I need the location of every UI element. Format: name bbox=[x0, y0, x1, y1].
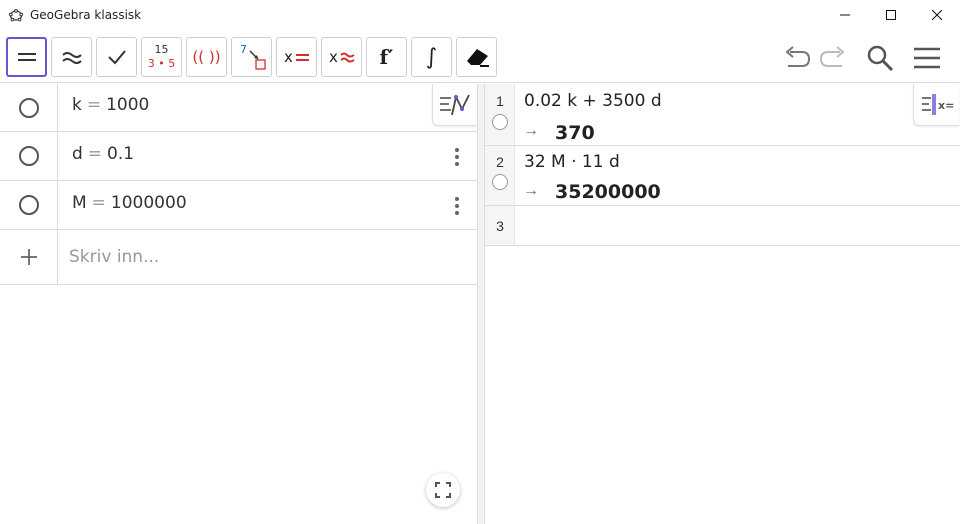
maximize-icon bbox=[886, 10, 896, 20]
visibility-toggle[interactable] bbox=[0, 181, 58, 229]
search-icon bbox=[867, 45, 894, 72]
eraser-icon bbox=[466, 49, 489, 67]
cas-row[interactable]: 1 0.02 k + 3500 d → 370 x= bbox=[485, 84, 960, 146]
window-title: GeoGebra klassisk bbox=[30, 8, 142, 22]
cas-toolbar: 15 3 • 5 (( )) 7 x x f′ ∫ bbox=[0, 31, 960, 83]
solve-numerically-tool-button[interactable]: x bbox=[321, 37, 362, 77]
more-options-icon[interactable] bbox=[454, 197, 460, 215]
factor-bottom-text: 3 • 5 bbox=[147, 57, 176, 70]
menu-icon bbox=[914, 47, 940, 69]
cas-output: 370 bbox=[555, 122, 595, 144]
check-icon bbox=[107, 50, 126, 65]
delete-tool-button[interactable] bbox=[456, 37, 497, 77]
search-button[interactable] bbox=[863, 41, 897, 75]
solve-icon: x bbox=[284, 49, 309, 65]
expand-icon: (( )) bbox=[192, 48, 221, 66]
derivative-tool-button[interactable]: f′ bbox=[366, 37, 407, 77]
row-number: 2 bbox=[496, 154, 504, 170]
algebra-row[interactable]: d = 0.1 bbox=[0, 132, 478, 181]
marble-icon bbox=[18, 195, 39, 215]
close-button[interactable] bbox=[914, 0, 960, 30]
substitute-seven-text: 7 bbox=[240, 43, 247, 56]
substitute-tool-button[interactable]: 7 bbox=[231, 37, 272, 77]
svg-text:x: x bbox=[284, 49, 293, 65]
variable-name: M bbox=[72, 193, 87, 213]
cas-row-header[interactable]: 3 bbox=[485, 206, 515, 245]
factor-tool-button[interactable]: 15 3 • 5 bbox=[141, 37, 182, 77]
svg-text:x: x bbox=[329, 49, 338, 65]
derivative-icon: f′ bbox=[379, 45, 394, 69]
output-arrow-icon: → bbox=[523, 182, 539, 199]
fullscreen-button[interactable] bbox=[426, 473, 460, 507]
cas-output: 35200000 bbox=[555, 181, 661, 203]
visibility-toggle[interactable] bbox=[0, 84, 58, 131]
algebra-expression[interactable]: d = 0.1 bbox=[72, 144, 134, 164]
equals-sign: = bbox=[86, 95, 102, 115]
row-number: 1 bbox=[496, 93, 504, 109]
cas-style-button[interactable]: x= bbox=[913, 84, 959, 126]
variable-name: d bbox=[72, 144, 83, 164]
more-options-icon[interactable] bbox=[454, 148, 460, 166]
geogebra-logo-icon bbox=[9, 9, 23, 22]
visibility-toggle[interactable] bbox=[0, 132, 58, 180]
minimize-button[interactable] bbox=[822, 0, 868, 30]
numeric-tool-button[interactable] bbox=[51, 37, 92, 77]
integral-icon: ∫ bbox=[425, 44, 438, 70]
marble-icon[interactable] bbox=[492, 114, 508, 130]
algebra-input-row[interactable]: Skriv inn... bbox=[0, 230, 478, 285]
close-icon bbox=[932, 10, 942, 20]
algebra-graphics-toggle-icon bbox=[439, 93, 470, 115]
row-number: 3 bbox=[496, 218, 504, 234]
cas-input[interactable]: 0.02 k + 3500 d bbox=[524, 91, 662, 111]
marble-icon[interactable] bbox=[492, 174, 508, 190]
undo-button[interactable] bbox=[780, 41, 814, 75]
main-menu-button[interactable] bbox=[910, 41, 944, 75]
cas-view: 1 0.02 k + 3500 d → 370 x= 2 32 M · 11 d… bbox=[485, 84, 960, 524]
factor-icon: 15 3 • 5 bbox=[148, 43, 175, 71]
evaluate-tool-button[interactable] bbox=[6, 37, 47, 77]
marble-icon bbox=[18, 146, 39, 166]
equals-icon bbox=[17, 53, 36, 61]
minimize-icon bbox=[840, 14, 850, 16]
algebra-expression[interactable]: M = 1000000 bbox=[72, 193, 187, 213]
undo-icon bbox=[785, 46, 811, 67]
fullscreen-icon bbox=[435, 482, 451, 498]
keep-input-tool-button[interactable] bbox=[96, 37, 137, 77]
maximize-button[interactable] bbox=[868, 0, 914, 30]
variable-value: 1000000 bbox=[110, 193, 187, 213]
approx-icon bbox=[61, 52, 82, 64]
integral-tool-button[interactable]: ∫ bbox=[411, 37, 452, 77]
equals-sign: = bbox=[87, 144, 103, 164]
variable-name: k bbox=[72, 95, 82, 115]
algebra-input[interactable]: Skriv inn... bbox=[69, 247, 159, 267]
cas-input[interactable]: 32 M · 11 d bbox=[524, 152, 620, 172]
cas-row-header[interactable]: 2 bbox=[485, 146, 515, 205]
redo-button[interactable] bbox=[816, 41, 850, 75]
factor-top-text: 15 bbox=[154, 43, 169, 56]
equals-sign: = bbox=[91, 193, 106, 213]
marble-icon bbox=[18, 97, 39, 118]
add-item-area[interactable] bbox=[0, 230, 58, 284]
solve-tool-button[interactable]: x bbox=[276, 37, 317, 77]
expand-tool-button[interactable]: (( )) bbox=[186, 37, 227, 77]
variable-value: 1000 bbox=[106, 95, 150, 115]
algebra-view: k = 1000 d = 0.1 M = 1000000 Skriv inn..… bbox=[0, 84, 478, 524]
cas-row[interactable]: 2 32 M · 11 d → 35200000 bbox=[485, 146, 960, 206]
substitute-icon: 7 bbox=[240, 43, 266, 70]
svg-text:x=: x= bbox=[938, 99, 954, 112]
redo-icon bbox=[819, 46, 845, 67]
plus-icon[interactable] bbox=[20, 248, 38, 266]
panel-divider[interactable] bbox=[478, 84, 485, 524]
output-arrow-icon: → bbox=[523, 122, 539, 139]
cas-row[interactable]: 3 bbox=[485, 206, 960, 246]
variable-value: 0.1 bbox=[107, 144, 135, 164]
algebra-expression[interactable]: k = 1000 bbox=[72, 95, 149, 115]
cas-row-header[interactable]: 1 bbox=[485, 84, 515, 145]
algebra-style-button[interactable] bbox=[432, 84, 476, 126]
algebra-row[interactable]: M = 1000000 bbox=[0, 181, 478, 230]
cas-toggle-icon: x= bbox=[921, 93, 954, 115]
title-bar: GeoGebra klassisk bbox=[0, 0, 960, 30]
algebra-row[interactable]: k = 1000 bbox=[0, 84, 478, 132]
nsolve-icon: x bbox=[329, 49, 355, 65]
